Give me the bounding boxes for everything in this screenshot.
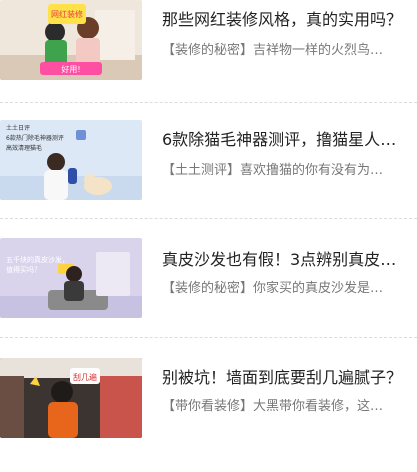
article-thumbnail[interactable]: 刮几遍	[0, 358, 142, 438]
article-thumbnail[interactable]: 土土日评 6款热门除毛神器测评 高效清理猫毛	[0, 120, 142, 200]
article-description: 【装修的秘密】吉祥物一样的火烈鸟…	[162, 43, 384, 58]
list-item[interactable]: 刮几遍 别被坑！墙面到底要刮几遍腻子？ 【带你看装修】大黑带你看装修，这…	[0, 337, 417, 472]
article-title[interactable]: 别被坑！墙面到底要刮几遍腻子？	[162, 368, 412, 388]
divider	[0, 102, 417, 103]
list-item[interactable]: 网红装修 好用! 那些网红装修风格，真的实用吗？ 【装修的秘密】吉祥物一样的火烈…	[0, 0, 417, 118]
article-title[interactable]: 那些网红装修风格，真的实用吗？	[162, 10, 412, 30]
divider	[0, 218, 417, 219]
svg-text:值得买吗？: 值得买吗？	[6, 265, 41, 274]
article-title[interactable]: 6款除猫毛神器测评，撸猫星人有…	[162, 130, 412, 150]
article-feed: 网红装修 好用! 那些网红装修风格，真的实用吗？ 【装修的秘密】吉祥物一样的火烈…	[0, 0, 417, 438]
article-description: 【土土测评】喜欢撸猫的你有没有为…	[162, 163, 384, 178]
article-thumbnail[interactable]: 网红装修 好用!	[0, 0, 142, 80]
divider	[0, 337, 417, 338]
svg-text:高效清理猫毛: 高效清理猫毛	[6, 144, 42, 152]
thumbnail-image-3: 五千块的真皮沙发， 值得买吗？	[0, 238, 142, 318]
svg-text:五千块的真皮沙发，: 五千块的真皮沙发，	[6, 255, 69, 264]
article-title[interactable]: 真皮沙发也有假！3点辨别真皮沙…	[162, 250, 412, 270]
article-description: 【装修的秘密】你家买的真皮沙发是…	[162, 281, 384, 296]
thumbnail-image-4: 刮几遍	[0, 358, 142, 438]
thumbnail-image-2: 土土日评 6款热门除毛神器测评 高效清理猫毛	[0, 120, 142, 200]
svg-text:好用!: 好用!	[61, 64, 80, 74]
article-thumbnail[interactable]: 五千块的真皮沙发， 值得买吗？	[0, 238, 142, 318]
svg-text:刮几遍: 刮几遍	[73, 372, 97, 382]
thumbnail-image-1: 网红装修 好用!	[0, 0, 142, 80]
svg-text:6款热门除毛神器测评: 6款热门除毛神器测评	[6, 134, 64, 142]
svg-text:土土日评: 土土日评	[6, 124, 30, 132]
article-description: 【带你看装修】大黑带你看装修，这…	[162, 399, 384, 414]
svg-text:网红装修: 网红装修	[51, 9, 83, 19]
